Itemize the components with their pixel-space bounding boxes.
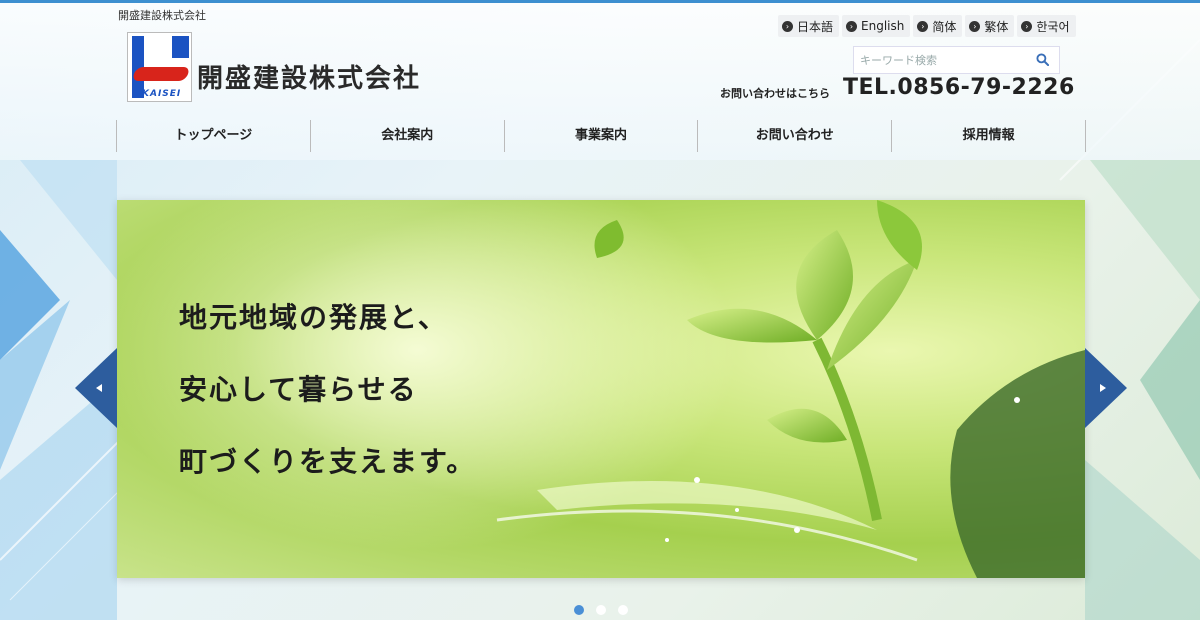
- company-name[interactable]: 開盛建設株式会社: [197, 58, 421, 95]
- search-input[interactable]: [854, 47, 1032, 73]
- lang-simplified-chinese[interactable]: › 简体: [913, 15, 963, 37]
- hero-slide: 地元地域の発展と、 安心して暮らせる 町づくりを支えます。: [117, 200, 1085, 578]
- nav-item-company[interactable]: 会社案内: [309, 120, 504, 152]
- slider-dots: [574, 605, 628, 615]
- logo-text: KAISEI: [142, 89, 182, 99]
- slider-dot[interactable]: [574, 605, 584, 615]
- search-icon[interactable]: [1036, 53, 1049, 66]
- hero-copy-line: 町づくりを支えます。: [179, 445, 477, 478]
- slider-dot[interactable]: [596, 605, 606, 615]
- slider-dot[interactable]: [618, 605, 628, 615]
- lang-english[interactable]: › English: [842, 15, 911, 37]
- company-logo[interactable]: KAISEI: [127, 32, 192, 102]
- nav-item-top[interactable]: トップページ: [116, 120, 310, 152]
- logo-bar: [172, 36, 189, 58]
- nav-item-recruit[interactable]: 採用情報: [891, 120, 1086, 152]
- logo-swoosh: [131, 67, 191, 81]
- nav-item-business[interactable]: 事業案内: [503, 120, 698, 152]
- lang-traditional-chinese[interactable]: › 繁体: [965, 15, 1015, 37]
- phone-number[interactable]: TEL.0856-79-2226: [843, 75, 1075, 100]
- chevron-right-icon: ›: [969, 20, 981, 32]
- chevron-right-icon: ›: [917, 20, 929, 32]
- main-nav: トップページ 会社案内 事業案内 お問い合わせ 採用情報: [116, 120, 1086, 152]
- hero-copy-line: 安心して暮らせる: [179, 373, 418, 406]
- chevron-right-icon: ›: [782, 20, 793, 32]
- chevron-right-icon: ›: [846, 20, 858, 32]
- site-header: 開盛建設株式会社 KAISEI 開盛建設株式会社 › 日本語 › English ›…: [0, 3, 1200, 160]
- hero-copy: 地元地域の発展と、 安心して暮らせる 町づくりを支えます。: [179, 300, 476, 516]
- header-tagline: 開盛建設株式会社: [118, 9, 206, 22]
- hero-copy-line: 地元地域の発展と、: [179, 301, 448, 334]
- chevron-right-icon: ›: [1021, 20, 1033, 32]
- lang-japanese[interactable]: › 日本語: [778, 15, 840, 37]
- slider-prev-button[interactable]: [75, 348, 117, 428]
- lang-korean[interactable]: › 한국어: [1017, 15, 1076, 37]
- slider-next-button[interactable]: [1085, 348, 1127, 428]
- language-switcher: › 日本語 › English › 简体 › 繁体 › 한국어: [778, 15, 1076, 37]
- contact-label: お問い合わせはこちら: [720, 87, 830, 100]
- search-box: [853, 46, 1060, 74]
- nav-item-contact[interactable]: お問い合わせ: [697, 120, 891, 152]
